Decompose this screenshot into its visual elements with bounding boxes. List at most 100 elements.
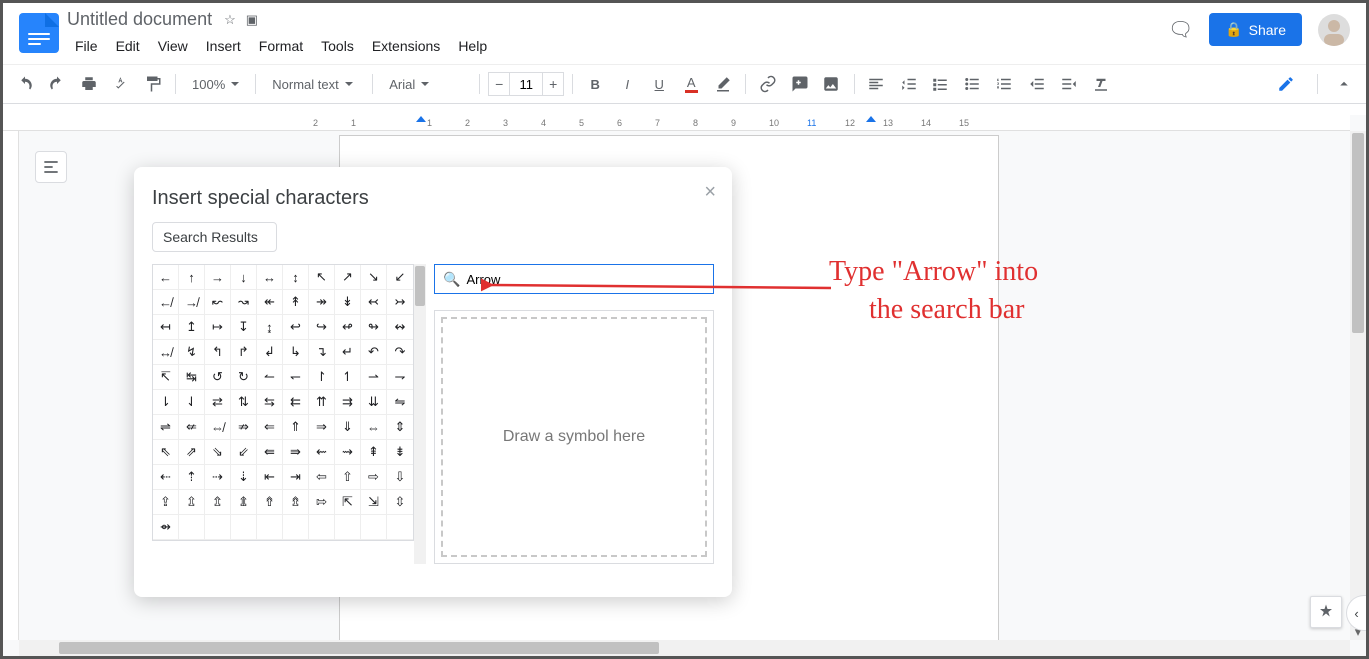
char-cell[interactable]: ↝: [231, 290, 257, 315]
explore-button[interactable]: [1310, 596, 1342, 628]
char-cell[interactable]: ⇛: [283, 440, 309, 465]
char-cell[interactable]: ↴: [309, 340, 335, 365]
char-cell[interactable]: ↸: [153, 365, 179, 390]
char-cell[interactable]: ⇡: [179, 465, 205, 490]
char-cell[interactable]: ⇫: [179, 490, 205, 515]
char-cell[interactable]: ⇓: [335, 415, 361, 440]
char-cell[interactable]: [387, 515, 413, 540]
char-cell[interactable]: ↬: [361, 315, 387, 340]
horizontal-ruler[interactable]: 21123456789101112131415: [3, 115, 1350, 131]
char-cell[interactable]: ↞: [257, 290, 283, 315]
char-cell[interactable]: ⇪: [153, 490, 179, 515]
char-cell[interactable]: ⇅: [231, 390, 257, 415]
char-cell[interactable]: ↷: [387, 340, 413, 365]
char-cell[interactable]: ⇑: [283, 415, 309, 440]
char-cell[interactable]: ↶: [361, 340, 387, 365]
char-cell[interactable]: ⇟: [387, 440, 413, 465]
char-cell[interactable]: ⇕: [387, 415, 413, 440]
char-cell[interactable]: ⇱: [335, 490, 361, 515]
move-icon[interactable]: ▣: [246, 12, 258, 28]
char-cell[interactable]: ⇣: [231, 465, 257, 490]
char-cell[interactable]: ⇞: [361, 440, 387, 465]
char-cell[interactable]: ⇊: [361, 390, 387, 415]
menu-insert[interactable]: Insert: [198, 34, 249, 58]
char-cell[interactable]: ↱: [231, 340, 257, 365]
share-button[interactable]: 🔒 Share: [1209, 13, 1302, 46]
char-cell[interactable]: ⇮: [257, 490, 283, 515]
char-cell[interactable]: ↑: [179, 265, 205, 290]
char-cell[interactable]: ↤: [153, 315, 179, 340]
hide-menus-button[interactable]: [1330, 70, 1358, 98]
char-cell[interactable]: ⇝: [335, 440, 361, 465]
char-cell[interactable]: ↣: [387, 290, 413, 315]
docs-logo[interactable]: [19, 13, 59, 53]
char-cell[interactable]: ↪: [309, 315, 335, 340]
char-cell[interactable]: ↕: [283, 265, 309, 290]
close-icon[interactable]: ×: [704, 181, 716, 204]
category-dropdown[interactable]: Search Results: [152, 222, 277, 252]
char-cell[interactable]: ↭: [387, 315, 413, 340]
comments-icon[interactable]: 🗨: [1168, 17, 1193, 42]
char-cell[interactable]: ⇔: [361, 415, 387, 440]
char-cell[interactable]: [361, 515, 387, 540]
align-button[interactable]: [863, 70, 891, 98]
char-cell[interactable]: ↠: [309, 290, 335, 315]
editing-mode-button[interactable]: [1271, 71, 1305, 97]
char-cell[interactable]: ⇧: [335, 465, 361, 490]
char-cell[interactable]: ⇈: [309, 390, 335, 415]
paint-format-button[interactable]: [139, 70, 167, 98]
undo-button[interactable]: [11, 70, 39, 98]
star-icon[interactable]: ☆: [224, 12, 236, 28]
account-avatar[interactable]: [1318, 14, 1350, 46]
font-size-increase[interactable]: +: [542, 72, 564, 96]
char-cell[interactable]: ↡: [335, 290, 361, 315]
char-cell[interactable]: ↹: [179, 365, 205, 390]
char-cell[interactable]: ↨: [257, 315, 283, 340]
char-cell[interactable]: ⇯: [283, 490, 309, 515]
char-cell[interactable]: ⇁: [387, 365, 413, 390]
menu-edit[interactable]: Edit: [108, 34, 148, 58]
char-cell[interactable]: ↩: [283, 315, 309, 340]
char-cell[interactable]: ⇚: [257, 440, 283, 465]
char-cell[interactable]: ↯: [179, 340, 205, 365]
char-cell[interactable]: ↦: [205, 315, 231, 340]
char-cell[interactable]: [179, 515, 205, 540]
char-cell[interactable]: ⇥: [283, 465, 309, 490]
char-cell[interactable]: ↛: [179, 290, 205, 315]
char-cell[interactable]: ⇨: [361, 465, 387, 490]
char-cell[interactable]: ↫: [335, 315, 361, 340]
menu-extensions[interactable]: Extensions: [364, 34, 448, 58]
char-cell[interactable]: ↺: [205, 365, 231, 390]
char-cell[interactable]: ↾: [309, 365, 335, 390]
char-cell[interactable]: ⇆: [257, 390, 283, 415]
char-cell[interactable]: [283, 515, 309, 540]
char-cell[interactable]: ⇎: [205, 415, 231, 440]
redo-button[interactable]: [43, 70, 71, 98]
char-cell[interactable]: ↚: [153, 290, 179, 315]
bold-button[interactable]: B: [581, 70, 609, 98]
char-cell[interactable]: ⇉: [335, 390, 361, 415]
char-cell[interactable]: ↧: [231, 315, 257, 340]
char-cell[interactable]: ⇀: [361, 365, 387, 390]
char-cell[interactable]: ↥: [179, 315, 205, 340]
bulleted-list-button[interactable]: [959, 70, 987, 98]
char-cell[interactable]: [309, 515, 335, 540]
char-cell[interactable]: ⇢: [205, 465, 231, 490]
char-cell[interactable]: ↘: [361, 265, 387, 290]
char-cell[interactable]: ↔: [257, 265, 283, 290]
menu-tools[interactable]: Tools: [313, 34, 362, 58]
char-cell[interactable]: [335, 515, 361, 540]
char-cell[interactable]: ↗: [335, 265, 361, 290]
char-cell[interactable]: ⇰: [309, 490, 335, 515]
char-cell[interactable]: ↼: [257, 365, 283, 390]
char-cell[interactable]: ⇬: [205, 490, 231, 515]
grid-scrollbar[interactable]: [414, 264, 426, 564]
char-cell[interactable]: [257, 515, 283, 540]
increase-indent-button[interactable]: [1055, 70, 1083, 98]
char-cell[interactable]: ↙: [387, 265, 413, 290]
styles-combo[interactable]: Normal text: [264, 77, 364, 92]
char-cell[interactable]: ⇲: [361, 490, 387, 515]
char-cell[interactable]: ↻: [231, 365, 257, 390]
char-cell[interactable]: ⇠: [153, 465, 179, 490]
char-cell[interactable]: →: [205, 265, 231, 290]
